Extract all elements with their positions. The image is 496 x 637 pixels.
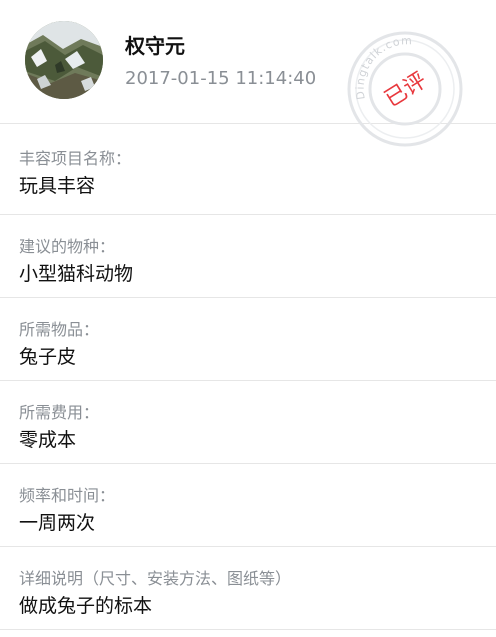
field-project-name: 丰容项目名称： 玩具丰容 — [0, 124, 496, 215]
field-value: 一周两次 — [19, 512, 96, 534]
field-detailed-description: 详细说明（尺寸、安装方法、图纸等） 做成兔子的标本 — [0, 547, 496, 630]
field-value: 小型猫科动物 — [19, 263, 134, 285]
field-label: 所需费用： — [19, 403, 100, 422]
avatar-image — [25, 21, 103, 99]
approval-detail-page: 权守元 2017-01-15 11:14:40 Dingtalk.com 已评 … — [0, 0, 496, 637]
field-frequency-time: 频率和时间： 一周两次 — [0, 464, 496, 547]
submitter-header: 权守元 2017-01-15 11:14:40 Dingtalk.com 已评 — [0, 0, 496, 147]
field-label: 建议的物种： — [19, 237, 116, 256]
field-label: 所需物品： — [19, 320, 100, 339]
avatar[interactable] — [25, 21, 103, 99]
field-value: 玩具丰容 — [19, 175, 96, 197]
submitter-name: 权守元 — [125, 34, 185, 58]
field-value: 兔子皮 — [19, 346, 77, 368]
field-value: 做成兔子的标本 — [19, 595, 153, 617]
field-label: 丰容项目名称： — [19, 149, 132, 168]
field-value: 零成本 — [19, 429, 77, 451]
field-suggested-species: 建议的物种： 小型猫科动物 — [0, 215, 496, 298]
field-required-cost: 所需费用： 零成本 — [0, 381, 496, 464]
stamp-watermark: Dingtalk.com — [354, 34, 413, 100]
stamp-status-text: 已评 — [381, 68, 432, 113]
field-label: 频率和时间： — [19, 486, 116, 505]
field-label: 详细说明（尺寸、安装方法、图纸等） — [19, 569, 292, 588]
field-required-items: 所需物品： 兔子皮 — [0, 298, 496, 381]
submit-timestamp: 2017-01-15 11:14:40 — [125, 68, 317, 89]
